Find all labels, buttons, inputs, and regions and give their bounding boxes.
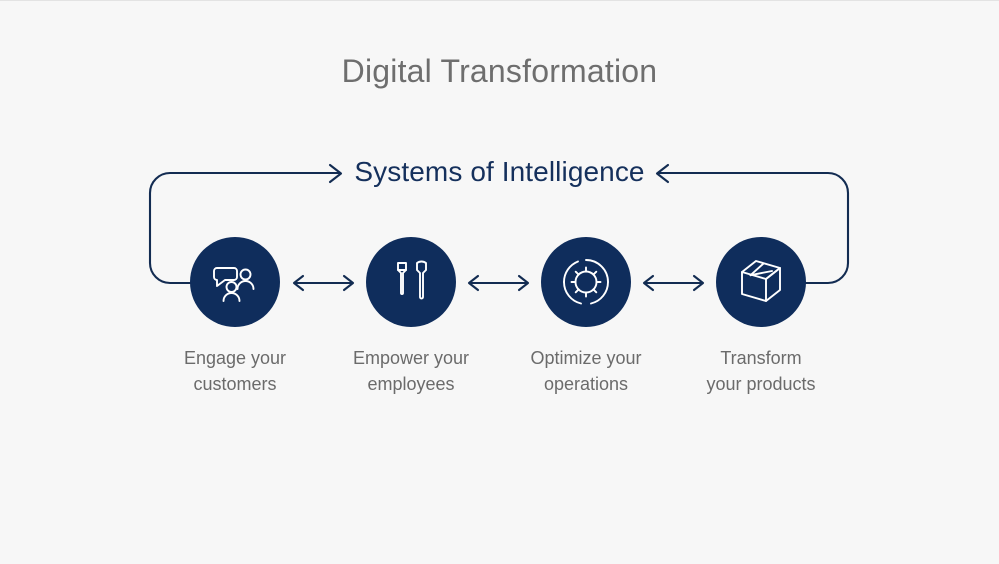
pillar-icon-badge	[716, 237, 806, 327]
pillar-engage-customers[interactable]: Engage your customers	[145, 237, 325, 397]
pillar-icon-badge	[541, 237, 631, 327]
pillar-icon-badge	[190, 237, 280, 327]
slide-canvas: Digital Transformation Systems of Intell…	[0, 0, 999, 563]
pillar-label: Optimize your operations	[530, 348, 642, 394]
pillar-transform-products[interactable]: Transform your products	[671, 237, 851, 397]
pillar-empower-employees[interactable]: Empower your employees	[321, 237, 501, 397]
pillar-label: Empower your employees	[352, 348, 470, 394]
gear-operations-icon	[563, 259, 609, 305]
pillar-label: Engage your customers	[183, 348, 287, 394]
tools-screwdriver-wrench-icon	[397, 260, 427, 300]
pillar-optimize-operations[interactable]: Optimize your operations	[496, 237, 676, 397]
pillar-icon-badge	[366, 237, 456, 327]
customers-speech-bubble-icon	[213, 267, 255, 302]
pillar-label: Transform your products	[706, 348, 816, 394]
package-box-icon	[741, 260, 781, 302]
cycle-heading: Systems of Intelligence	[354, 156, 645, 187]
